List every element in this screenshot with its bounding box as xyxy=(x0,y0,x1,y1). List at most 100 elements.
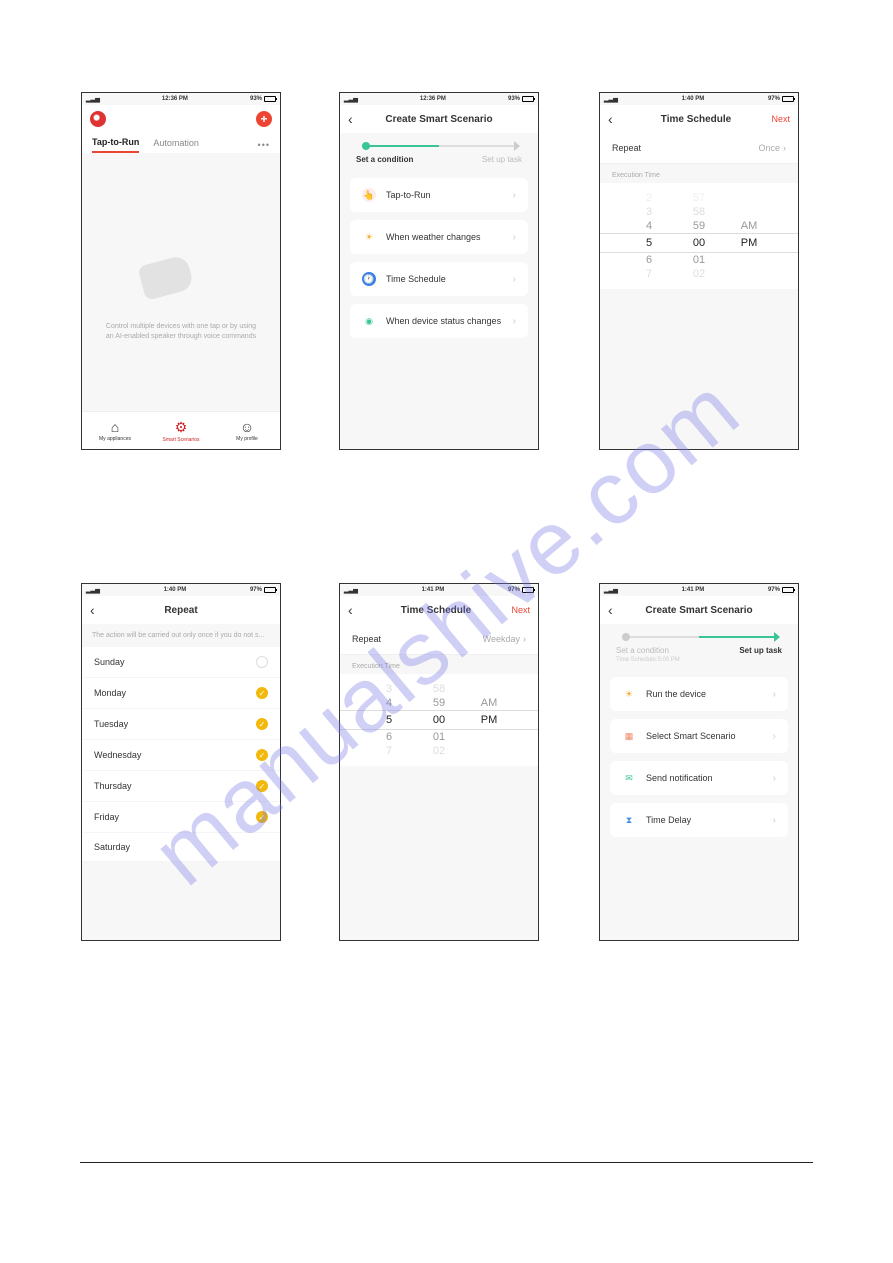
repeat-cell[interactable]: Repeat Once› xyxy=(600,133,798,164)
page-title: Create Smart Scenario xyxy=(366,114,512,125)
time-picker[interactable]: 257 358 459AM 500PM 601 702 xyxy=(600,183,798,289)
repeat-hint: The action will be carried out only once… xyxy=(82,624,280,647)
tabbar-appliances[interactable]: ⌂My appliances xyxy=(82,412,148,449)
repeat-cell[interactable]: Repeat Weekday› xyxy=(340,624,538,655)
sun-icon: ☀ xyxy=(622,687,636,701)
task-run-device[interactable]: ☀ Run the device› xyxy=(610,677,788,711)
progress-steps: Set a condition Time Schedule:5:00 PM Se… xyxy=(600,624,798,671)
time-picker[interactable]: 358 459AM 500PM 601 702 xyxy=(340,674,538,766)
clock-icon: 🕐 xyxy=(362,272,376,286)
screen-time-schedule-weekday: ▂▃▅ 1:41 PM 97% ‹ Time Schedule Next Rep… xyxy=(339,583,539,941)
picker-hour[interactable]: 5 xyxy=(374,714,404,726)
avatar[interactable] xyxy=(90,111,106,127)
day-sunday[interactable]: Sunday xyxy=(82,647,280,678)
step-condition: Set a condition xyxy=(356,155,413,164)
condition-weather[interactable]: ☀ When weather changes› xyxy=(350,220,528,254)
next-button[interactable]: Next xyxy=(506,605,530,615)
condition-time[interactable]: 🕐 Time Schedule› xyxy=(350,262,528,296)
chevron-right-icon: › xyxy=(773,689,776,700)
step-condition: Set a condition xyxy=(616,646,669,655)
picker-ampm[interactable]: PM xyxy=(474,714,504,726)
back-button[interactable]: ‹ xyxy=(348,602,366,618)
bottom-tabbar: ⌂My appliances ⚙Smart Scenarios ☺My prof… xyxy=(82,411,280,449)
day-saturday[interactable]: Saturday xyxy=(82,833,280,862)
check-on-icon: ✓ xyxy=(256,687,268,699)
tab-tap-to-run[interactable]: Tap-to-Run xyxy=(92,137,139,153)
picker-minute[interactable]: 00 xyxy=(424,714,454,726)
condition-device-status[interactable]: ◉ When device status changes› xyxy=(350,304,528,338)
next-button[interactable]: Next xyxy=(766,114,790,124)
task-select-scenario[interactable]: ▦ Select Smart Scenario› xyxy=(610,719,788,753)
signal-icon: ▂▃▅ xyxy=(604,96,618,103)
page-title: Time Schedule xyxy=(626,114,766,125)
screen-set-condition: ▂▃▅ 12:36 PM 93% ‹ Create Smart Scenario… xyxy=(339,92,539,450)
scenario-icon: ▦ xyxy=(622,729,636,743)
battery-icon xyxy=(264,587,276,593)
empty-state: Control multiple devices with one tap or… xyxy=(82,153,280,449)
status-time: 12:36 PM xyxy=(420,96,446,102)
status-time: 1:41 PM xyxy=(422,587,445,593)
day-wednesday[interactable]: Wednesday✓ xyxy=(82,740,280,771)
check-off-icon xyxy=(256,656,268,668)
status-bar: ▂▃▅ 12:36 PM 93% xyxy=(340,93,538,105)
tabbar-scenarios[interactable]: ⚙Smart Scenarios xyxy=(148,412,214,449)
tap-icon: 👆 xyxy=(362,188,376,202)
status-bar: ▂▃▅ 1:41 PM 97% xyxy=(600,584,798,596)
repeat-label: Repeat xyxy=(352,634,381,644)
repeat-value: Once xyxy=(758,143,780,153)
screen-smart-scenarios-home: ▂▃▅ 12:36 PM 93% + Tap-to-Run Automation… xyxy=(81,92,281,450)
battery-icon xyxy=(264,96,276,102)
battery-icon xyxy=(782,587,794,593)
check-on-icon: ✓ xyxy=(256,811,268,823)
more-icon[interactable]: ••• xyxy=(258,140,270,150)
condition-tap-to-run[interactable]: 👆 Tap-to-Run› xyxy=(350,178,528,212)
tab-automation[interactable]: Automation xyxy=(153,138,199,152)
page-title: Repeat xyxy=(108,605,254,616)
battery-icon xyxy=(522,96,534,102)
picker-ampm[interactable]: PM xyxy=(734,237,764,249)
tap-illustration xyxy=(141,260,221,310)
device-icon: ◉ xyxy=(362,314,376,328)
back-button[interactable]: ‹ xyxy=(90,602,108,618)
status-time: 1:41 PM xyxy=(682,587,705,593)
status-time: 1:40 PM xyxy=(164,587,187,593)
page-title: Create Smart Scenario xyxy=(626,605,772,616)
tabbar-profile[interactable]: ☺My profile xyxy=(214,412,280,449)
battery-icon xyxy=(782,96,794,102)
screen-time-schedule-once: ▂▃▅ 1:40 PM 97% ‹ Time Schedule Next Rep… xyxy=(599,92,799,450)
check-on-icon: ✓ xyxy=(256,718,268,730)
signal-icon: ▂▃▅ xyxy=(344,587,358,594)
task-send-notification[interactable]: ✉ Send notification› xyxy=(610,761,788,795)
page-title: Time Schedule xyxy=(366,605,506,616)
day-tuesday[interactable]: Tuesday✓ xyxy=(82,709,280,740)
task-time-delay[interactable]: ⧗ Time Delay› xyxy=(610,803,788,837)
status-time: 1:40 PM xyxy=(682,96,705,102)
battery-icon xyxy=(522,587,534,593)
battery-pct: 93% xyxy=(250,96,262,102)
add-button[interactable]: + xyxy=(256,111,272,127)
back-button[interactable]: ‹ xyxy=(608,602,626,618)
footer-rule xyxy=(80,1162,813,1163)
status-bar: ▂▃▅ 12:36 PM 93% xyxy=(82,93,280,105)
signal-icon: ▂▃▅ xyxy=(344,96,358,103)
status-bar: ▂▃▅ 1:40 PM 97% xyxy=(82,584,280,596)
day-thursday[interactable]: Thursday✓ xyxy=(82,771,280,802)
day-monday[interactable]: Monday✓ xyxy=(82,678,280,709)
picker-minute[interactable]: 00 xyxy=(684,237,714,249)
picker-hour[interactable]: 5 xyxy=(634,237,664,249)
chevron-right-icon: › xyxy=(513,274,516,285)
back-button[interactable]: ‹ xyxy=(608,111,626,127)
signal-icon: ▂▃▅ xyxy=(86,96,100,103)
back-button[interactable]: ‹ xyxy=(348,111,366,127)
battery-pct: 97% xyxy=(508,587,520,593)
gear-icon: ⚙ xyxy=(175,419,188,436)
battery-pct: 97% xyxy=(250,587,262,593)
step-task: Set up task xyxy=(739,646,782,663)
repeat-label: Repeat xyxy=(612,143,641,153)
empty-text-1: Control multiple devices with one tap or… xyxy=(106,322,256,332)
status-bar: ▂▃▅ 1:41 PM 97% xyxy=(340,584,538,596)
sun-icon: ☀ xyxy=(362,230,376,244)
condition-note: Time Schedule:5:00 PM xyxy=(616,657,680,663)
day-friday[interactable]: Friday✓ xyxy=(82,802,280,833)
check-on-icon: ✓ xyxy=(256,780,268,792)
